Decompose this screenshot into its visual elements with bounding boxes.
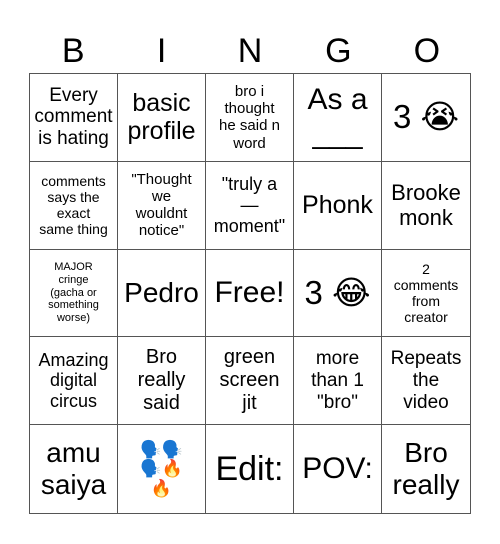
cell-text: more than 1 "bro" [311,348,364,413]
cell-text: Bro really said [137,346,186,415]
bingo-cell-more-than-one-bro[interactable]: more than 1 "bro" [294,337,382,426]
bingo-cell-thought-we-wouldnt-notice[interactable]: "Thought we wouldnt notice" [118,161,206,250]
bingo-cell-every-comment-is-hating[interactable]: Every comment is hating [30,74,118,162]
bingo-cell-amazing-digital-circus[interactable]: Amazing digital circus [30,337,118,426]
bingo-cell-major-cringe[interactable]: MAJOR cringe (gacha or something worse) [30,249,118,338]
cell-text: Repeats the video [390,348,462,413]
bingo-cell-amu-saiya[interactable]: amu saiya [30,425,118,513]
bingo-cell-speaking-head-fire-emojis[interactable]: 🗣️🗣️ 🗣️🔥 🔥 [118,425,206,513]
bingo-cell-bro-i-thought-he-said-n-word[interactable]: bro i thought he said n word [206,74,294,162]
cell-text: basic profile [127,88,196,146]
emoji-text: 🗣️🗣️ 🗣️🔥 🔥 [140,439,183,498]
cell-text: 3 😭 [392,98,460,136]
cell-text: "truly a — moment" [213,174,286,236]
bingo-cell-comments-say-the-exact-same-thing[interactable]: comments says the exact same thing [30,161,118,250]
bingo-cell-edit[interactable]: Edit: [206,425,294,513]
bingo-cell-as-a-blank[interactable]: As a ___ [294,74,382,162]
bingo-header: B I N G O [29,28,471,74]
header-letter-o: O [413,32,441,70]
cell-text: Phonk [302,190,373,219]
cell-text: Bro really [392,436,460,501]
cell-text: As a ___ [307,82,368,151]
header-letter-g: G [325,32,352,70]
bingo-cell-two-comments-from-creator[interactable]: 2 comments from creator [382,250,470,338]
header-letter-b: B [61,32,85,70]
bingo-cell-pedro[interactable]: Pedro [118,249,206,338]
bingo-cell-brooke-monk[interactable]: Brooke monk [382,162,470,250]
cell-text: Edit: [215,449,284,488]
cell-text: Amazing digital circus [38,349,109,412]
bingo-grid: Every comment is hating basic profile br… [29,73,471,514]
cell-text: bro i thought he said n word [219,82,280,152]
header-letter-i: I [156,32,167,70]
bingo-cell-phonk[interactable]: Phonk [294,161,382,250]
cell-text: POV: [302,451,373,485]
bingo-cell-three-crying-emoji[interactable]: 3 😭 [382,74,470,162]
bingo-cell-three-laughing-emoji[interactable]: 3 😂 [294,249,382,338]
bingo-cell-bro-really[interactable]: Bro really [382,425,470,513]
cell-text: green screen jit [219,346,280,415]
cell-text: Every comment is hating [34,84,113,150]
cell-text: 2 comments from creator [393,260,459,326]
bingo-cell-repeats-the-video[interactable]: Repeats the video [382,337,470,426]
cell-text: 3 😂 [304,274,371,312]
header-letter-n: N [237,32,263,70]
bingo-cell-basic-profile[interactable]: basic profile [118,74,206,162]
cell-text: Free! [214,275,285,309]
bingo-cell-green-screen-jit[interactable]: green screen jit [206,337,294,426]
cell-text: comments says the exact same thing [39,173,108,238]
cell-text: "Thought we wouldnt notice" [131,170,192,240]
bingo-cell-bro-really-said[interactable]: Bro really said [118,337,206,426]
bingo-cell-truly-a-moment[interactable]: "truly a — moment" [206,161,294,250]
cell-text: Brooke monk [391,179,461,231]
bingo-cell-pov[interactable]: POV: [294,425,382,513]
cell-text: amu saiya [40,436,107,501]
cell-text: Pedro [124,276,199,308]
cell-text: MAJOR cringe (gacha or something worse) [48,261,99,324]
bingo-cell-free-space[interactable]: Free! [206,249,294,338]
